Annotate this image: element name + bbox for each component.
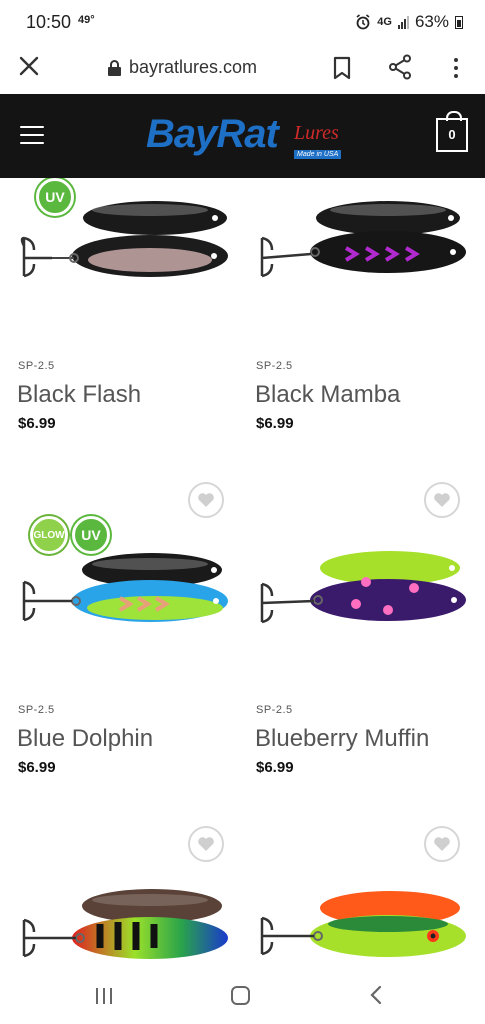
glow-badge: GLOW: [30, 516, 68, 554]
recent-apps-icon[interactable]: [96, 988, 112, 1004]
site-logo[interactable]: BayRat Lures Made in USA: [146, 110, 346, 166]
product-price: $6.99: [256, 759, 294, 776]
bookmark-icon[interactable]: [332, 56, 352, 80]
share-icon[interactable]: [388, 54, 412, 80]
alarm-icon: [356, 14, 370, 30]
product-price: $6.99: [18, 415, 56, 432]
product-grid: UV SP-2.5 Black Flash $6.99 SP-2.5 Black…: [0, 178, 485, 968]
system-nav-bar: [0, 968, 485, 1024]
product-name[interactable]: Blue Dolphin: [17, 725, 153, 753]
logo-brand: BayRat: [146, 112, 279, 156]
product-image[interactable]: [0, 178, 230, 348]
product-sku: SP-2.5: [256, 360, 293, 372]
product-price: $6.99: [18, 759, 56, 776]
battery-icon: [455, 15, 463, 29]
product-image[interactable]: [238, 480, 468, 650]
product-image[interactable]: [0, 824, 230, 968]
logo-suffix: Lures: [294, 122, 339, 144]
status-time: 10:50: [26, 12, 72, 32]
more-vert-icon[interactable]: [448, 56, 464, 80]
url-text: bayratlures.com: [129, 57, 258, 77]
cart-count: 0: [448, 127, 456, 142]
uv-badge: UV: [36, 178, 74, 216]
battery-percent: 63%: [414, 12, 449, 31]
browser-address-bar: bayratlures.com: [0, 44, 485, 94]
home-icon[interactable]: [231, 986, 250, 1005]
status-bar: 10:50 49° 4G 63%: [0, 0, 485, 44]
uv-badge: UV: [72, 516, 110, 554]
product-name[interactable]: Blueberry Muffin: [255, 725, 429, 753]
product-image[interactable]: [238, 824, 468, 968]
close-icon[interactable]: [18, 55, 40, 77]
badge-label: GLOW: [33, 529, 65, 541]
signal-icon: [397, 15, 409, 29]
product-image[interactable]: [0, 480, 230, 650]
product-sku: SP-2.5: [18, 360, 55, 372]
product-sku: SP-2.5: [18, 704, 55, 716]
status-temperature: 49°: [78, 14, 95, 26]
site-header: BayRat Lures Made in USA 0: [0, 94, 485, 178]
cart-button[interactable]: 0: [436, 111, 468, 152]
hamburger-menu-icon[interactable]: [20, 126, 44, 144]
badge-label: UV: [45, 189, 65, 205]
network-type: 4G: [377, 16, 392, 28]
back-icon[interactable]: [368, 984, 384, 1006]
product-name[interactable]: Black Mamba: [255, 381, 400, 409]
logo-tagline: Made in USA: [294, 150, 342, 159]
product-name[interactable]: Black Flash: [17, 381, 141, 409]
product-price: $6.99: [256, 415, 294, 432]
url-field[interactable]: bayratlures.com: [108, 57, 257, 78]
badge-label: UV: [81, 527, 101, 543]
lock-icon: [108, 59, 121, 76]
status-icons: 4G 63%: [355, 12, 463, 32]
product-image[interactable]: [238, 178, 468, 348]
product-sku: SP-2.5: [256, 704, 293, 716]
